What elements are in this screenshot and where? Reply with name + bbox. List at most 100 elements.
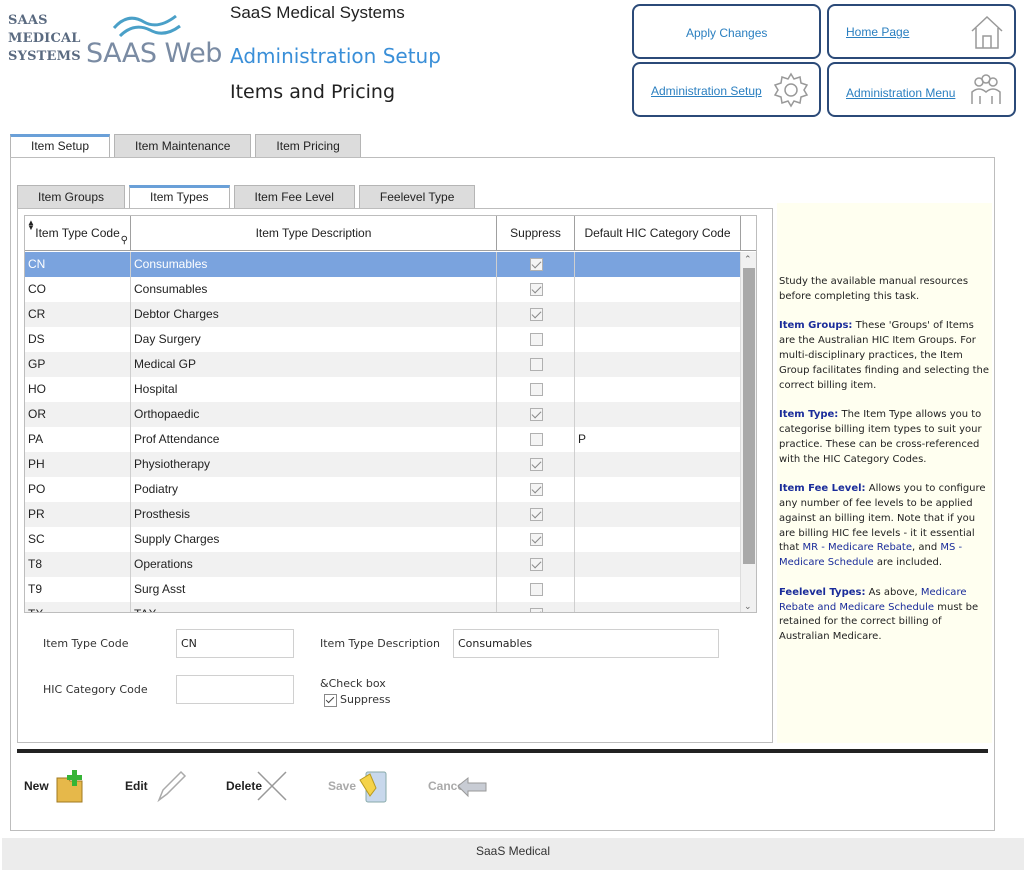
cell-code: PH <box>25 452 131 477</box>
scroll-down-icon[interactable]: ⌄ <box>744 601 752 612</box>
tab-item-pricing[interactable]: Item Pricing <box>255 134 361 158</box>
save-icon <box>359 771 387 803</box>
delete-button[interactable]: Delete <box>226 766 292 806</box>
table-row[interactable]: PA Prof Attendance P <box>25 427 741 452</box>
page-title: Items and Pricing <box>230 81 396 103</box>
section-title: Administration Setup <box>230 44 441 68</box>
cell-description: Debtor Charges <box>131 302 497 327</box>
logo-text-big: SAAS Web <box>86 38 222 69</box>
cell-hic <box>575 452 741 477</box>
scroll-thumb[interactable] <box>743 268 755 564</box>
suppress-checkbox-cell[interactable] <box>530 358 543 371</box>
suppress-checkbox-cell[interactable] <box>530 558 543 571</box>
cell-description: Day Surgery <box>131 327 497 352</box>
suppress-checkbox-cell[interactable] <box>530 458 543 471</box>
suppress-checkbox-cell[interactable] <box>530 258 543 271</box>
sort-down-icon: ▼ <box>27 223 35 232</box>
suppress-checkbox-cell[interactable] <box>530 283 543 296</box>
suppress-checkbox-cell[interactable] <box>530 483 543 496</box>
cell-description: TAX <box>131 602 497 612</box>
column-header-suppress[interactable]: Suppress <box>497 216 575 251</box>
column-header-hic[interactable]: Default HIC Category Code <box>575 216 741 251</box>
administration-menu-link[interactable]: Administration Menu <box>846 86 955 100</box>
help-item-groups: Item Groups: These 'Groups' of Items are… <box>779 320 989 391</box>
help-item-type: Item Type: The Item Type allows you to c… <box>779 409 982 465</box>
cancel-button[interactable]: Cancel <box>428 766 492 806</box>
item-type-description-field[interactable]: Consumables <box>453 629 719 658</box>
suppress-checkbox-cell[interactable] <box>530 533 543 546</box>
suppress-label: Suppress <box>340 693 391 706</box>
table-row[interactable]: T9 Surg Asst <box>25 577 741 602</box>
administration-setup-link[interactable]: Administration Setup <box>651 84 762 98</box>
cell-hic <box>575 352 741 377</box>
cell-hic <box>575 527 741 552</box>
cell-description: Surg Asst <box>131 577 497 602</box>
scroll-up-icon[interactable]: ⌃ <box>744 254 752 265</box>
column-header-code[interactable]: ▲ ▼ Item Type Code ⚲ <box>25 216 131 251</box>
table-row[interactable]: T8 Operations <box>25 552 741 577</box>
home-page-button[interactable]: Home Page <box>827 4 1016 59</box>
table-row[interactable]: CR Debtor Charges <box>25 302 741 327</box>
new-label: New <box>24 779 49 793</box>
item-type-code-field[interactable]: CN <box>176 629 294 658</box>
new-button[interactable]: New <box>24 766 88 806</box>
administration-menu-button[interactable]: Administration Menu <box>827 62 1016 117</box>
edit-button[interactable]: Edit <box>125 766 189 806</box>
home-icon <box>971 15 1003 49</box>
suppress-checkbox-cell[interactable] <box>530 383 543 396</box>
cell-description: Hospital <box>131 377 497 402</box>
grid-scrollbar[interactable]: ⌃ ⌄ <box>740 252 756 612</box>
tab-item-fee-level[interactable]: Item Fee Level <box>233 185 355 209</box>
help-item-fee-level: Item Fee Level: Allows you to configure … <box>779 483 986 569</box>
save-label: Save <box>328 779 357 793</box>
cell-code: PO <box>25 477 131 502</box>
tab-item-types[interactable]: Item Types <box>129 185 230 209</box>
pencil-icon <box>157 770 187 803</box>
tab-item-setup[interactable]: Item Setup <box>10 134 111 158</box>
table-row[interactable]: SC Supply Charges <box>25 527 741 552</box>
cell-description: Physiotherapy <box>131 452 497 477</box>
table-row[interactable]: TXTAX <box>25 602 741 612</box>
suppress-checkbox-cell[interactable] <box>530 508 543 521</box>
save-button[interactable]: Save <box>328 766 392 806</box>
table-row[interactable]: CN Consumables <box>25 252 741 277</box>
administration-setup-button[interactable]: Administration Setup <box>632 62 821 117</box>
cell-hic <box>575 252 741 277</box>
table-row[interactable]: DS Day Surgery <box>25 327 741 352</box>
table-row[interactable]: PR Prosthesis <box>25 502 741 527</box>
suppress-checkbox[interactable] <box>324 694 337 707</box>
tab-item-groups[interactable]: Item Groups <box>17 185 126 209</box>
table-row[interactable]: CO Consumables <box>25 277 741 302</box>
hic-category-code-field[interactable] <box>176 675 294 704</box>
cell-code: HO <box>25 377 131 402</box>
edit-label: Edit <box>125 779 148 793</box>
table-row[interactable]: PO Podiatry <box>25 477 741 502</box>
cell-hic <box>575 277 741 302</box>
new-folder-icon <box>56 770 83 803</box>
suppress-checkbox-cell[interactable] <box>530 608 543 612</box>
cell-description: Operations <box>131 552 497 577</box>
help-panel: Study the available manual resources bef… <box>777 203 992 743</box>
tab-item-maintenance[interactable]: Item Maintenance <box>114 134 252 158</box>
cell-hic <box>575 602 741 612</box>
cell-description: Supply Charges <box>131 527 497 552</box>
cell-code: GP <box>25 352 131 377</box>
suppress-checkbox-cell[interactable] <box>530 308 543 321</box>
column-header-description[interactable]: Item Type Description <box>131 216 497 251</box>
suppress-checkbox-cell[interactable] <box>530 583 543 596</box>
tab-feelevel-type[interactable]: Feelevel Type <box>358 185 476 209</box>
table-row[interactable]: HO Hospital <box>25 377 741 402</box>
cell-hic <box>575 477 741 502</box>
apply-changes-button[interactable]: Apply Changes <box>632 4 821 59</box>
home-page-link[interactable]: Home Page <box>846 25 909 39</box>
table-row[interactable]: GP Medical GP <box>25 352 741 377</box>
suppress-checkbox-cell[interactable] <box>530 333 543 346</box>
cell-code: T9 <box>25 577 131 602</box>
cell-code: SC <box>25 527 131 552</box>
logo: SAAS MEDICAL SYSTEMS SAAS Web <box>2 2 222 69</box>
table-row[interactable]: PH Physiotherapy <box>25 452 741 477</box>
company-name: SaaS Medical Systems <box>230 3 405 22</box>
suppress-checkbox-cell[interactable] <box>530 433 543 446</box>
table-row[interactable]: OR Orthopaedic <box>25 402 741 427</box>
suppress-checkbox-cell[interactable] <box>530 408 543 421</box>
